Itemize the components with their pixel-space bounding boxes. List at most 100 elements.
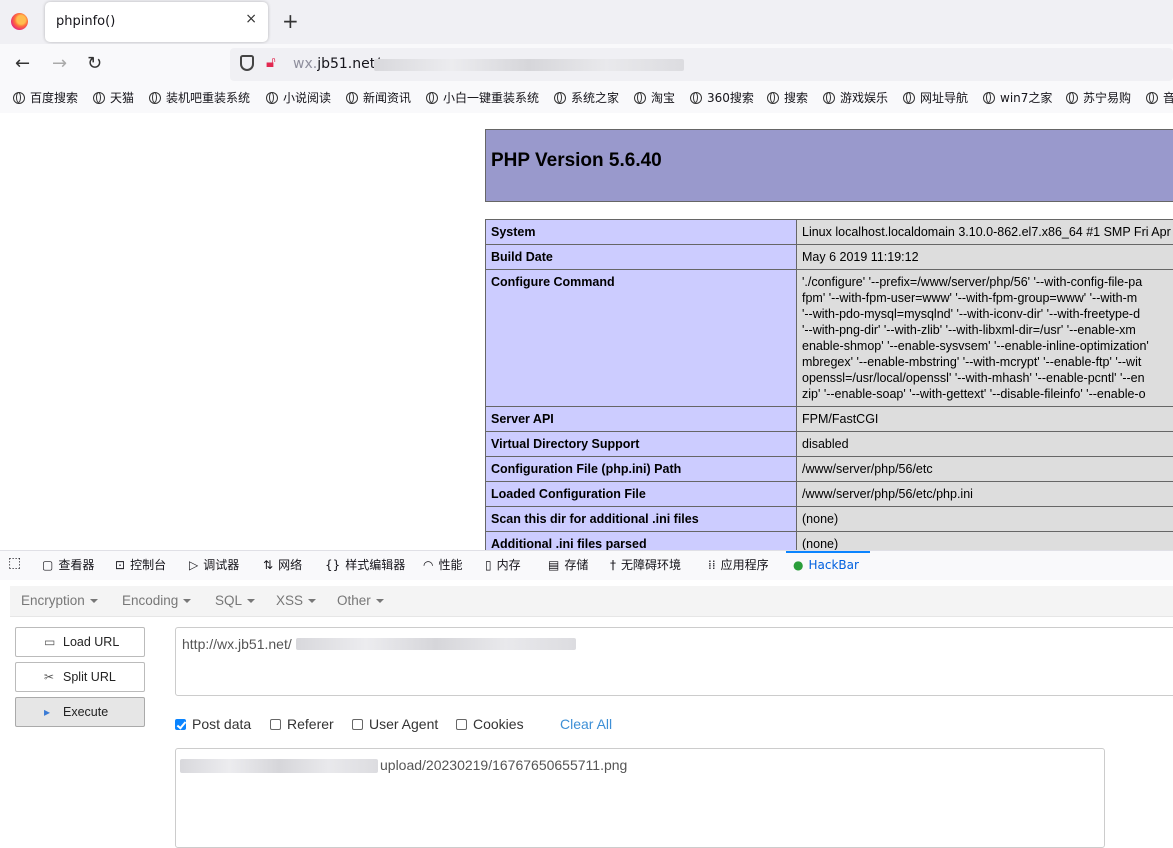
storage-icon: ▤ [548,557,559,573]
bookmark-item[interactable]: 淘宝 [634,90,675,106]
url-textarea[interactable]: http://wx.jb51.net/ [175,627,1173,696]
shield-icon[interactable] [240,55,254,71]
active-tab-indicator [786,551,870,553]
php-version-title: PHP Version 5.6.40 [491,150,662,172]
devtools-toolbar: ⬚ ▢查看器 ⊡控制台 ▷调试器 ⇅网络 {}样式编辑器 ◠性能 ▯内存 ▤存储… [0,550,1173,581]
globe-icon [690,92,702,104]
row-value: /www/server/php/56/etc/php.ini [797,482,1173,507]
tab-network[interactable]: ⇅网络 [263,557,302,573]
globe-icon [266,92,278,104]
bookmarks-toolbar: 百度搜索 天猫 装机吧重装系统 小说阅读 新闻资讯 小白一键重装系统 系统之家 … [0,85,1173,114]
address-bar[interactable]: 🔓︎ wx.jb51.net/ [230,48,1173,81]
bookmark-item[interactable]: win7之家 [983,90,1052,106]
inspector-icon: ▢ [42,557,53,573]
chevron-down-icon [90,599,98,603]
element-picker-icon[interactable]: ⬚ [8,555,21,571]
referer-checkbox[interactable]: Referer [270,716,334,732]
tab-performance[interactable]: ◠性能 [423,557,463,573]
bookmark-item[interactable]: 装机吧重装系统 [149,90,250,106]
bookmark-item[interactable]: 新闻资讯 [346,90,411,106]
bookmark-item[interactable]: 网址导航 [903,90,968,106]
redacted-url [374,59,684,71]
forward-button[interactable]: → [52,53,67,75]
bookmark-item[interactable]: 百度搜索 [13,90,78,106]
table-row: Scan this dir for additional .ini files(… [486,507,1173,532]
new-tab-button[interactable]: + [282,9,299,33]
bookmark-item[interactable]: 小白一键重装系统 [426,90,539,106]
reload-button[interactable]: ↻ [87,53,102,75]
tab-debugger[interactable]: ▷调试器 [189,557,239,573]
url-text[interactable]: wx.jb51.net/ [293,56,380,72]
tab-hackbar[interactable]: ●HackBar [793,557,859,573]
menu-xss[interactable]: XSS [276,593,316,608]
tab-phpinfo[interactable]: phpinfo() × [45,2,268,42]
globe-icon [149,92,161,104]
globe-icon [1146,92,1158,104]
bookmark-item[interactable]: 搜索 [767,90,808,106]
application-icon: ⁞⁞ [708,557,716,573]
redacted-post-prefix [180,759,378,773]
network-icon: ⇅ [263,557,273,573]
row-value: './configure' '--prefix=/www/server/php/… [797,270,1173,407]
clear-all-button[interactable]: Clear All [560,716,612,732]
tab-title: phpinfo() [56,14,115,29]
execute-button[interactable]: ▸ Execute [15,697,145,727]
bookmark-item[interactable]: 游戏娱乐 [823,90,888,106]
phpinfo-table: SystemLinux localhost.localdomain 3.10.0… [485,219,1173,550]
bookmark-item[interactable]: 天猫 [93,90,134,106]
tab-storage[interactable]: ▤存储 [548,557,588,573]
globe-icon [554,92,566,104]
row-value: FPM/FastCGI [797,407,1173,432]
globe-icon [634,92,646,104]
menu-encoding[interactable]: Encoding [122,593,191,608]
redacted-url [296,638,576,650]
menu-sql[interactable]: SQL [215,593,255,608]
bookmark-item[interactable]: 苏宁易购 [1066,90,1131,106]
row-value: disabled [797,432,1173,457]
hackbar-panel: Encryption Encoding SQL XSS Other ▭ Load… [0,580,1173,841]
globe-icon [767,92,779,104]
checkbox-checked-icon [175,719,186,730]
post-data-textarea[interactable]: upload/20230219/16767650655711.png [175,748,1105,848]
split-url-button[interactable]: ✂ Split URL [15,662,145,692]
insecure-lock-icon[interactable]: 🔓︎ [266,53,276,71]
close-tab-icon[interactable]: × [245,11,257,27]
row-key: Scan this dir for additional .ini files [486,507,797,532]
php-version-header: PHP Version 5.6.40 [485,129,1173,202]
back-button[interactable]: ← [15,53,30,75]
chevron-down-icon [376,599,384,603]
tab-style-editor[interactable]: {}样式编辑器 [325,557,405,573]
globe-icon [983,92,995,104]
load-url-button[interactable]: ▭ Load URL [15,627,145,657]
bookmark-item[interactable]: 小说阅读 [266,90,331,106]
menu-encryption[interactable]: Encryption [21,593,98,608]
row-value: Linux localhost.localdomain 3.10.0-862.e… [797,220,1173,245]
row-key: Server API [486,407,797,432]
row-key: Additional .ini files parsed [486,532,797,551]
row-key: Configuration File (php.ini) Path [486,457,797,482]
load-url-icon: ▭ [44,635,55,649]
globe-icon [1066,92,1078,104]
cookies-checkbox[interactable]: Cookies [456,716,524,732]
tab-accessibility[interactable]: †无障碍环境 [610,557,681,573]
menu-other[interactable]: Other [337,593,384,608]
navigation-bar: ← → ↻ 🔓︎ wx.jb51.net/ [0,44,1173,85]
firefox-logo-icon[interactable] [11,13,28,30]
post-data-checkbox[interactable]: Post data [175,716,251,732]
row-key: Build Date [486,245,797,270]
table-row: Configure Command './configure' '--prefi… [486,270,1173,407]
chevron-down-icon [183,599,191,603]
row-value: May 6 2019 11:19:12 [797,245,1173,270]
user-agent-checkbox[interactable]: User Agent [352,716,438,732]
checkbox-icon [352,719,363,730]
bookmark-item[interactable]: 音 [1146,90,1173,106]
hackbar-icon: ● [793,557,803,573]
tab-inspector[interactable]: ▢查看器 [42,557,94,573]
tab-memory[interactable]: ▯内存 [485,557,521,573]
tab-console[interactable]: ⊡控制台 [115,557,166,573]
row-value: (none) [797,507,1173,532]
tab-application[interactable]: ⁞⁞应用程序 [708,557,769,573]
row-key: System [486,220,797,245]
bookmark-item[interactable]: 系统之家 [554,90,619,106]
bookmark-item[interactable]: 360搜索 [690,90,754,106]
